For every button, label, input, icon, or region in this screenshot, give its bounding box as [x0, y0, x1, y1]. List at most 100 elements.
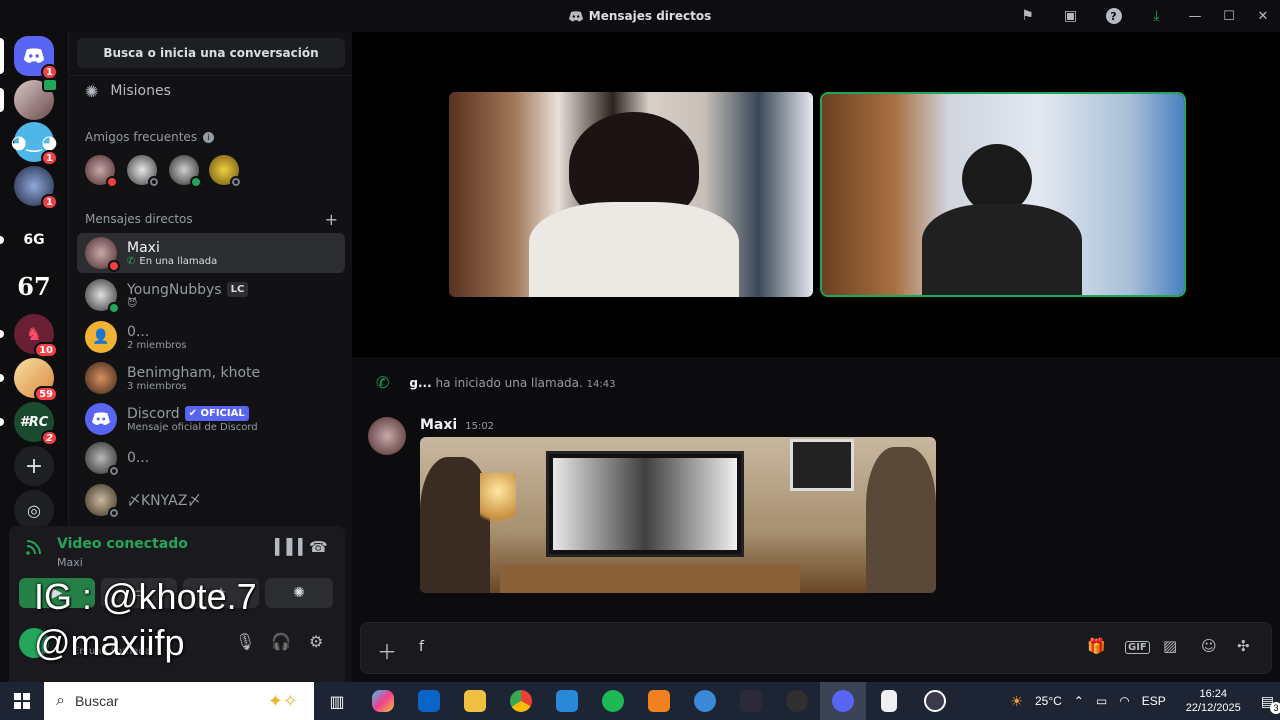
discord-home-button[interactable]: 1 [14, 36, 58, 80]
dm-name: Benimgham, khote [127, 364, 261, 381]
message-image-attachment[interactable] [420, 437, 936, 593]
microphone-icon[interactable]: 🎙 [235, 632, 255, 651]
soundboard-button[interactable]: ✺ [265, 578, 333, 608]
dm-name: Maxi [127, 239, 160, 256]
weather-icon[interactable]: ☀ [1004, 693, 1029, 710]
gift-icon[interactable]: 🎁 [1087, 637, 1106, 655]
apps-icon[interactable]: ✣ [1237, 637, 1250, 655]
missions-link[interactable]: ✺ Misiones [85, 76, 171, 106]
avatar [85, 279, 120, 314]
server-rc-icon[interactable]: #RC 2 [14, 402, 58, 446]
media-player-icon[interactable] [912, 682, 958, 720]
document-icon[interactable] [866, 682, 912, 720]
notification-count: 3 [1270, 701, 1280, 714]
system-tray: ☀ 25°C ⌃ ▭ ◠ ESP 16:24 22/12/2025 ▤ 3 [1004, 682, 1280, 720]
windows-start-icon[interactable] [0, 682, 44, 720]
dm-item-youngnubbys[interactable]: YoungNubbys LC 😈 [77, 275, 345, 315]
davinci-icon[interactable] [728, 682, 774, 720]
tv-frame [546, 451, 744, 557]
task-view-icon[interactable]: ▥ [314, 682, 360, 720]
dm-item-maxi[interactable]: Maxi ✆ En una llamada [77, 233, 345, 273]
server-red-icon[interactable]: ♞ 10 [14, 314, 58, 358]
friend-avatar[interactable] [169, 155, 202, 188]
dm-header-label: Mensajes directos [85, 212, 193, 226]
outlook-icon[interactable] [406, 682, 452, 720]
taskbar-search[interactable]: ⌕ Buscar ✦✧ [44, 682, 314, 720]
chevron-up-icon[interactable]: ⌃ [1068, 694, 1090, 708]
clock-date: 22/12/2025 [1185, 702, 1241, 714]
signal-icon [25, 538, 47, 560]
add-attachment-icon[interactable]: ＋ [377, 636, 397, 665]
wifi-icon[interactable]: ◠ [1113, 694, 1135, 708]
language-indicator[interactable]: ESP [1136, 694, 1172, 708]
clock[interactable]: 16:24 22/12/2025 [1172, 687, 1255, 715]
message-time: 15:02 [465, 421, 495, 432]
dm-status-text: En una llamada [139, 255, 218, 267]
status-offline-icon [108, 507, 120, 519]
video-tile-self[interactable] [822, 94, 1184, 295]
minimize-button[interactable]: — [1178, 0, 1212, 32]
message-author[interactable]: Maxi [420, 417, 457, 433]
notification-icon[interactable]: ▤ 3 [1255, 693, 1280, 714]
sticker-icon[interactable]: ▨ [1163, 637, 1177, 655]
friend-avatar[interactable] [209, 155, 242, 188]
phone-icon: ✆ [127, 255, 136, 267]
dm-item-zero[interactable]: 0... [77, 438, 345, 478]
qbittorrent-icon[interactable] [682, 682, 728, 720]
message-avatar[interactable] [368, 417, 406, 455]
download-icon[interactable]: ⤓ [1135, 0, 1178, 32]
dm-item-group[interactable]: 👤 0... 2 miembros [77, 317, 345, 357]
file-explorer-icon[interactable] [452, 682, 498, 720]
video-tile-maxi[interactable] [449, 92, 813, 297]
add-server-icon[interactable]: + [14, 446, 54, 486]
discord-taskbar-icon[interactable] [820, 682, 866, 720]
party-icon: ✺ [293, 585, 305, 601]
call-started-message: ✆ g... ha iniciado una llamada. 14:43 [376, 373, 616, 392]
settings-gear-icon[interactable]: ⚙ [309, 632, 323, 651]
temperature[interactable]: 25°C [1029, 694, 1068, 708]
close-button[interactable]: ✕ [1246, 0, 1280, 32]
fl-studio-icon[interactable] [636, 682, 682, 720]
create-dm-icon[interactable]: + [325, 210, 338, 229]
spotify-icon[interactable] [590, 682, 636, 720]
window-title: Mensajes directos [568, 9, 711, 23]
server-swirl-icon[interactable]: 1 [14, 166, 58, 210]
discord-logo-icon [23, 48, 45, 63]
dm-item-benimgham[interactable]: Benimgham, khote 3 miembros [77, 358, 345, 398]
unread-pill [0, 374, 4, 382]
inbox-icon[interactable]: ▣ [1049, 0, 1092, 32]
user-video-avatar[interactable] [14, 78, 58, 120]
emoji-icon[interactable]: ☺ [1201, 637, 1217, 655]
voice-status: Video conectado [57, 536, 188, 552]
server-67-icon[interactable]: 67 [14, 266, 54, 306]
server-6g-icon[interactable]: 6G [14, 220, 54, 260]
dm-name: 〆KNYAZ〆 [127, 493, 202, 509]
tv-stand [500, 565, 800, 593]
soundboard-icon[interactable]: ▍▌▍ [275, 538, 310, 556]
headphones-icon[interactable]: 🎧 [271, 632, 291, 651]
friend-avatar[interactable] [85, 155, 118, 188]
chrome-icon[interactable] [498, 682, 544, 720]
conversation-search-button[interactable]: Busca o inicia una conversación [77, 38, 345, 68]
lamp-shape [480, 473, 516, 533]
message-composer[interactable]: ＋ f 🎁 GIF ▨ ☺ ✣ [360, 622, 1272, 674]
hang-up-icon[interactable]: ☎ [309, 538, 328, 556]
dm-item-knyaz[interactable]: 〆KNYAZ〆 [77, 480, 345, 520]
store-icon[interactable] [544, 682, 590, 720]
caller-name[interactable]: g... [409, 376, 431, 390]
help-icon[interactable]: ? [1092, 0, 1135, 32]
gif-icon[interactable]: GIF [1125, 641, 1150, 654]
server-game-icon[interactable]: 59 [14, 358, 58, 402]
friend-avatar[interactable] [127, 155, 160, 188]
call-text: ha iniciado una llamada. [435, 375, 583, 390]
flag-icon[interactable]: ⚑ [1006, 0, 1049, 32]
maximize-button[interactable]: ☐ [1212, 0, 1246, 32]
status-online-icon [190, 176, 202, 188]
copilot-icon[interactable] [360, 682, 406, 720]
dm-item-discord[interactable]: Discord ✔ OFICIAL Mensaje oficial de Disc… [77, 399, 345, 439]
server-blue-icon[interactable]: ◕‿◕ 1 [11, 122, 58, 166]
explore-icon[interactable]: ◎ [14, 490, 54, 530]
message-input[interactable]: f [419, 639, 424, 655]
obs-icon[interactable] [774, 682, 820, 720]
battery-icon[interactable]: ▭ [1090, 694, 1113, 708]
